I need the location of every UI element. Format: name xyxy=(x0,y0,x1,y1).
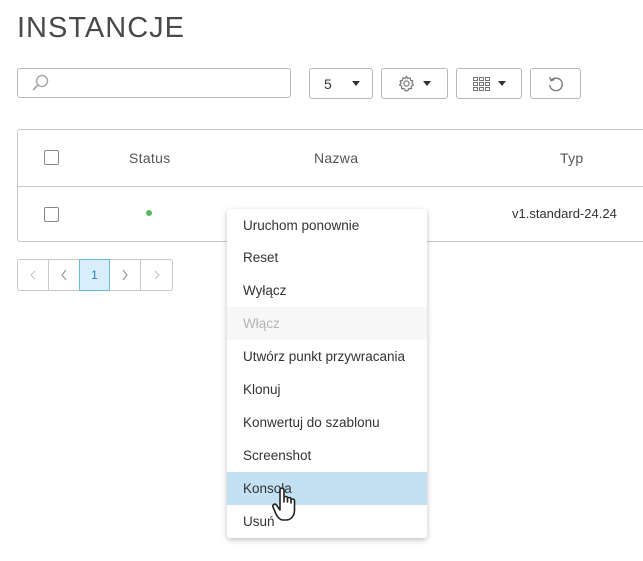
menu-item[interactable]: Uruchom ponownie xyxy=(227,209,427,241)
column-header-name[interactable]: Nazwa xyxy=(314,150,358,166)
menu-item[interactable]: Screenshot xyxy=(227,439,427,472)
column-header-type[interactable]: Typ xyxy=(560,150,583,166)
pagination: 1 xyxy=(17,259,173,291)
search-box[interactable] xyxy=(17,68,291,98)
chevron-left-icon xyxy=(61,269,67,281)
row-checkbox[interactable] xyxy=(44,207,59,222)
page-size-select[interactable]: 5 xyxy=(309,68,373,99)
page-title: INSTANCJE xyxy=(17,12,185,44)
chevron-right-icon xyxy=(154,270,160,280)
page-button-current[interactable]: 1 xyxy=(79,259,110,291)
actions-menu: Uruchom ponownie Reset Wyłącz Włącz Utwórz p… xyxy=(227,209,427,538)
hand-cursor-icon xyxy=(272,487,296,521)
menu-item: Włącz xyxy=(227,307,427,340)
chevron-right-icon xyxy=(122,269,128,281)
menu-item[interactable]: Konsola xyxy=(227,472,427,505)
menu-item[interactable]: Wyłącz xyxy=(227,274,427,307)
column-header-status[interactable]: Status xyxy=(129,150,171,166)
menu-item[interactable]: Utwórz punkt przywracania xyxy=(227,340,427,373)
page-size-value: 5 xyxy=(324,75,332,92)
last-page-button[interactable] xyxy=(141,260,172,290)
columns-button[interactable] xyxy=(456,68,522,99)
refresh-icon xyxy=(548,76,563,91)
next-page-button[interactable] xyxy=(110,260,141,290)
settings-button[interactable] xyxy=(381,68,448,99)
prev-page-button[interactable] xyxy=(49,260,80,290)
status-indicator xyxy=(146,210,152,216)
select-all-checkbox[interactable] xyxy=(44,150,59,165)
gear-icon xyxy=(398,75,415,92)
search-icon xyxy=(32,74,49,91)
refresh-button[interactable] xyxy=(530,68,581,99)
menu-item[interactable]: Reset xyxy=(227,241,427,274)
menu-item[interactable]: Konwertuj do szablonu xyxy=(227,406,427,439)
table-header: Status Nazwa Typ xyxy=(18,130,643,187)
search-input[interactable] xyxy=(56,70,290,96)
columns-icon xyxy=(472,76,490,91)
chevron-down-icon xyxy=(497,81,506,86)
chevron-left-icon xyxy=(30,270,36,280)
chevron-down-icon xyxy=(352,81,360,86)
row-type: v1.standard-24.24 xyxy=(512,206,617,221)
chevron-down-icon xyxy=(423,81,431,86)
first-page-button[interactable] xyxy=(18,260,49,290)
menu-item[interactable]: Usuń xyxy=(227,505,427,538)
menu-item[interactable]: Klonuj xyxy=(227,373,427,406)
